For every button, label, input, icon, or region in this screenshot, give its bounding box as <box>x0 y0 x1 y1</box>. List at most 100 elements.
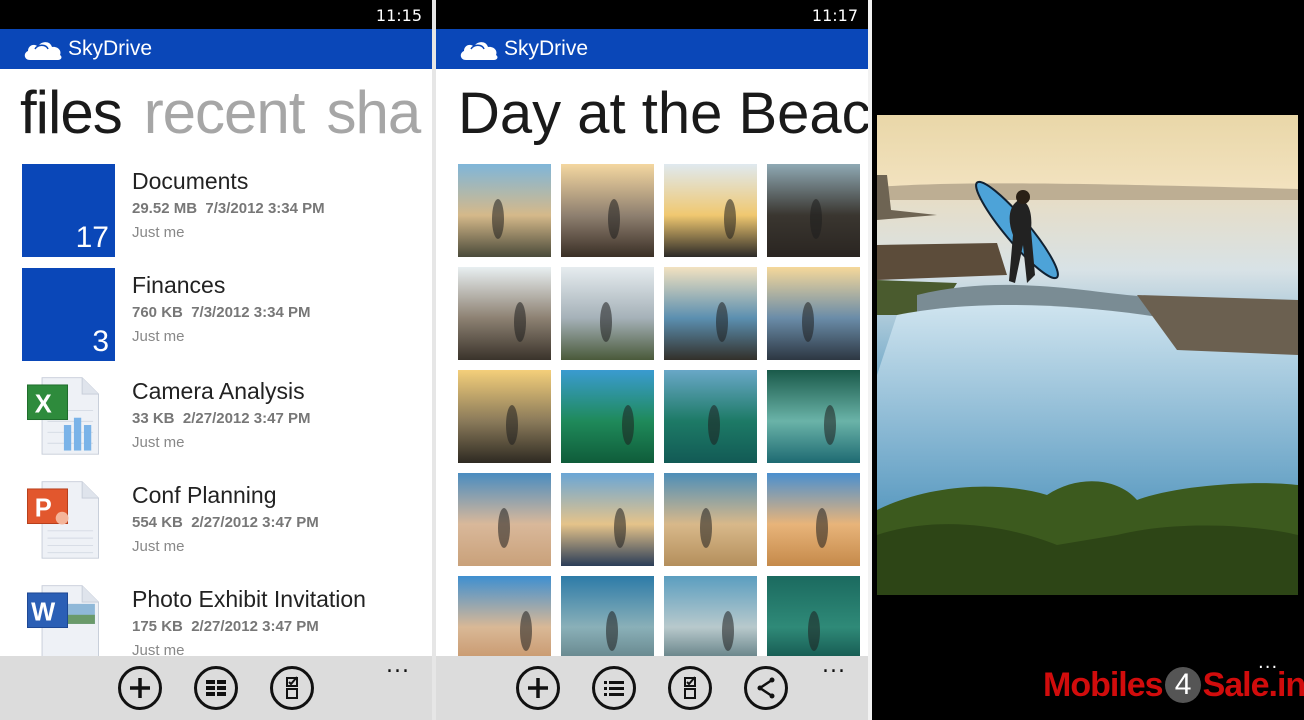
photo-thumbnail[interactable] <box>767 473 860 566</box>
photo-thumbnail[interactable] <box>458 473 551 566</box>
file-date: 7/3/2012 3:34 PM <box>191 304 311 321</box>
app-header: SkyDrive <box>436 29 868 69</box>
photo-thumbnail[interactable] <box>664 164 757 257</box>
add-icon <box>528 678 548 698</box>
file-date: 7/3/2012 3:34 PM <box>205 200 325 217</box>
photo-thumbnail-image <box>664 164 757 257</box>
excel-file-icon: X <box>27 377 99 455</box>
select-icon <box>286 676 298 699</box>
status-time: 11:17 <box>811 6 858 25</box>
file-meta: 760 KB 7/3/2012 3:34 PM <box>132 304 310 321</box>
folder-item-count: 17 <box>75 221 109 254</box>
photo-thumbnail[interactable] <box>664 473 757 566</box>
photo-thumbnail[interactable] <box>767 267 860 360</box>
watermark: Mobiles 4 Sale.in <box>1043 665 1304 705</box>
photo-thumbnail[interactable] <box>458 370 551 463</box>
folder-tile: 17 <box>22 164 115 257</box>
file-size: 760 KB <box>132 304 183 321</box>
photo-thumbnail-image <box>767 473 860 566</box>
add-button[interactable] <box>118 666 162 710</box>
photo-thumbnail-image <box>561 164 654 257</box>
file-list-item[interactable]: X Camera Analysis 33 KB 2/27/2012 3:47 P… <box>22 374 432 468</box>
powerpoint-file-icon: P <box>27 481 99 559</box>
photo-thumbnail[interactable] <box>664 370 757 463</box>
photo-thumbnail[interactable] <box>767 370 860 463</box>
skydrive-cloud-icon <box>24 42 62 60</box>
watermark-left: Mobiles <box>1043 665 1164 704</box>
pivot-tab-files[interactable]: files <box>20 79 123 146</box>
photo-thumbnail[interactable] <box>561 473 654 566</box>
file-meta: 175 KB 2/27/2012 3:47 PM <box>132 618 319 635</box>
file-list-item[interactable]: P Conf Planning 554 KB 2/27/2012 3:47 PM… <box>22 478 432 572</box>
application-bar: ... <box>0 655 432 720</box>
word-file-icon: W <box>27 585 99 663</box>
photo-thumbnail-image <box>561 370 654 463</box>
list-view-button[interactable] <box>592 666 636 710</box>
photo-thumbnail[interactable] <box>561 267 654 360</box>
status-bar: 11:17 <box>436 0 868 29</box>
photo-thumbnail-image <box>767 370 860 463</box>
status-time: 11:15 <box>375 6 422 25</box>
add-button[interactable] <box>516 666 560 710</box>
folder-item-count: 3 <box>92 325 109 358</box>
app-title: SkyDrive <box>504 37 589 60</box>
photo-thumbnail-image <box>664 473 757 566</box>
file-date: 2/27/2012 3:47 PM <box>182 410 311 427</box>
svg-text:W: W <box>31 598 56 626</box>
photo-thumbnail[interactable] <box>458 164 551 257</box>
status-bar: 11:15 <box>0 0 432 29</box>
photo-thumbnail-image <box>458 473 551 566</box>
file-meta: 29.52 MB 7/3/2012 3:34 PM <box>132 200 325 217</box>
photo-thumbnail-image <box>664 267 757 360</box>
skydrive-cloud-icon <box>460 42 498 60</box>
pivot-tab-recent[interactable]: recent <box>144 79 306 146</box>
application-bar: ... <box>436 655 868 720</box>
skydrive-files-screen: 11:15 SkyDrive files recent sha 17 Documen… <box>0 0 432 720</box>
file-name: Camera Analysis <box>132 378 305 404</box>
file-size: 33 KB <box>132 410 175 427</box>
photo-thumbnail-image <box>561 267 654 360</box>
select-icon <box>684 676 696 699</box>
file-size: 554 KB <box>132 514 183 531</box>
svg-text:P: P <box>35 494 52 522</box>
file-sharing: Just me <box>132 224 185 241</box>
pivot-header: files recent sha <box>20 78 432 147</box>
list-view-icon <box>604 681 624 696</box>
file-meta: 33 KB 2/27/2012 3:47 PM <box>132 410 310 427</box>
photo-thumbnail-image <box>458 370 551 463</box>
share-icon <box>757 677 775 699</box>
more-options-button[interactable]: ... <box>822 655 846 677</box>
pivot-tab-shared[interactable]: sha <box>326 79 421 146</box>
photo-thumbnail-image <box>458 267 551 360</box>
photo-thumbnail-image <box>767 267 860 360</box>
share-button[interactable] <box>744 666 788 710</box>
file-size: 29.52 MB <box>132 200 198 217</box>
file-date: 2/27/2012 3:47 PM <box>191 514 319 531</box>
skydrive-album-screen: 11:17 SkyDrive Day at the Beach ... <box>436 0 868 720</box>
select-button[interactable] <box>668 666 712 710</box>
watermark-four: 4 <box>1164 667 1201 703</box>
more-options-button[interactable]: ... <box>386 655 410 677</box>
panel-divider <box>868 0 872 720</box>
photo-thumbnail-image <box>561 473 654 566</box>
watermark-right: Sale.in <box>1202 665 1304 704</box>
photo-thumbnail[interactable] <box>458 267 551 360</box>
app-title: SkyDrive <box>68 37 153 60</box>
photo-thumbnail-image <box>458 164 551 257</box>
file-name: Finances <box>132 272 226 298</box>
full-photo-view[interactable] <box>877 115 1298 595</box>
photo-thumbnail[interactable] <box>561 164 654 257</box>
photo-thumbnail[interactable] <box>664 267 757 360</box>
file-size: 175 KB <box>132 618 183 635</box>
file-name: Conf Planning <box>132 482 277 508</box>
file-list-item[interactable]: 17 Documents 29.52 MB 7/3/2012 3:34 PM J… <box>22 164 432 258</box>
folder-tile: 3 <box>22 268 115 361</box>
thumbnail-view-button[interactable] <box>194 666 238 710</box>
app-header: SkyDrive <box>0 29 432 69</box>
file-meta: 554 KB 2/27/2012 3:47 PM <box>132 514 319 531</box>
photo-thumbnail[interactable] <box>561 370 654 463</box>
photo-thumbnail[interactable] <box>767 164 860 257</box>
photo-thumbnail-image <box>664 370 757 463</box>
select-button[interactable] <box>270 666 314 710</box>
file-list-item[interactable]: 3 Finances 760 KB 7/3/2012 3:34 PM Just … <box>22 268 432 362</box>
